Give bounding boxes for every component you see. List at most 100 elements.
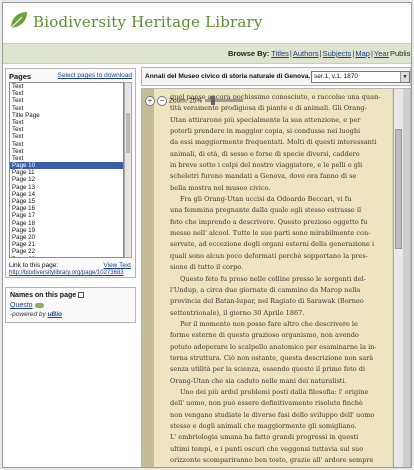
browse-titles-link[interactable]: Titles <box>271 49 289 58</box>
name-finder-icon[interactable] <box>34 302 44 308</box>
page-text-line: Fra gli Orang-Utan uccisi da Odoardo Bec… <box>180 195 352 204</box>
page-text-line: L' embriologia umana ha fatto grandi pro… <box>170 433 359 442</box>
page-list-item[interactable]: Text <box>10 97 123 104</box>
book-title: Annali del Museo civico di storia natura… <box>145 73 311 80</box>
page-list-item[interactable]: Page 13 <box>10 184 123 191</box>
page-text-line: ultimi tempi, e i punti oscuri che veggo… <box>170 444 364 453</box>
site-logo-text[interactable]: Biodiversity Heritage Library <box>33 13 263 31</box>
page-scan-image: quel paese ancora pochissimo conosciuto,… <box>142 89 392 467</box>
zoom-in-icon[interactable]: + <box>145 95 155 106</box>
publish-link[interactable]: Publis <box>390 49 410 58</box>
pages-panel: Pages Select pages to download Text Text T… <box>5 68 136 278</box>
browse-map-link[interactable]: Map <box>355 49 370 58</box>
page-text-line: provincia del Batan-lupar, nel Ragiato d… <box>170 297 364 306</box>
ubio-link[interactable]: uBio <box>48 311 62 318</box>
page-list-item[interactable]: Text <box>10 133 123 140</box>
page-list-item[interactable]: Page 11 <box>10 169 123 176</box>
link-to-page-label: Link to this page: <box>9 262 59 269</box>
page-text-line: Utan attirarono più specialmente la sua … <box>170 115 361 124</box>
page-text-line: terna struttura. Ciò non ostante, questa… <box>170 353 374 362</box>
page-text-line: stesso e degli animali che maggiormente … <box>170 421 357 430</box>
page-text-line: Questo feto fu preso nelle colline press… <box>180 274 366 283</box>
page-list-scroll-thumb[interactable] <box>126 113 130 153</box>
page-text-line: scheletri furono mandati a Genova, dove … <box>170 172 357 181</box>
page-list-item[interactable]: Page 15 <box>10 198 123 205</box>
zoom-slider-handle[interactable] <box>211 96 216 106</box>
page-text-line: feto che imprendo a descrivere. Questo p… <box>170 217 368 226</box>
zoom-out-icon[interactable]: − <box>157 95 167 106</box>
names-title: Names on this page <box>10 292 85 299</box>
page-text-line: dell' uomo, non può essere definitivamen… <box>170 399 363 408</box>
viewer-scrollbar[interactable] <box>393 89 403 467</box>
select-pages-download-link[interactable]: Select pages to download <box>58 72 132 79</box>
browse-bar: Browse By: Titles|Authors|Subjects|Map|Y… <box>3 43 411 64</box>
page-text-line: tità veramente prodigiosa di piante e di… <box>170 104 367 113</box>
left-panel: Pages Select pages to download Text Text T… <box>3 65 138 467</box>
page-text-line: orizzonte scompariranno ben tosto, grazi… <box>170 456 374 464</box>
zoom-controls: + − Zoom: 25% <box>145 92 244 106</box>
browse-label: Browse By: <box>228 49 270 58</box>
page-list-item[interactable]: Text <box>10 141 123 148</box>
leaf-logo-icon[interactable] <box>8 9 30 31</box>
page-list-item[interactable]: Page 14 <box>10 191 123 198</box>
view-text-link[interactable]: View Text <box>103 262 131 269</box>
page-list-item[interactable]: Page 18 <box>10 220 123 227</box>
powered-by: -powered by uBio <box>10 311 62 318</box>
page-text-line: servate, ad eccezione degli organi ester… <box>170 240 375 249</box>
volume-select-value: ser.1, v.1, 1870 <box>314 73 358 80</box>
page-list-item[interactable]: Text <box>10 126 123 133</box>
viewer-scroll-thumb[interactable] <box>395 129 402 249</box>
page-list-item[interactable]: Title Page <box>10 112 123 119</box>
page-list-item[interactable]: Text <box>10 105 123 112</box>
page-text-line: da essi maggiormente frequentati. Molti … <box>170 138 377 147</box>
page-text-line: Per il momento non posso fare altro che … <box>180 319 358 328</box>
browse-authors-link[interactable]: Authors <box>293 49 319 58</box>
name-link-questo[interactable]: Questo <box>10 302 33 309</box>
chevron-down-icon[interactable]: ▼ <box>400 72 409 82</box>
page-text-line: Orang-Utan che sia caduto nelle mani dei… <box>170 376 347 385</box>
page-list-item[interactable]: Page 22 <box>10 248 123 255</box>
page-list-item[interactable]: Text <box>10 83 123 90</box>
browse-year-link[interactable]: Year <box>374 49 389 58</box>
zoom-label: Zoom: 25% <box>169 97 203 105</box>
page-text-line: in breve sotto i colpi del nostro viaggi… <box>170 161 363 170</box>
page-list-item[interactable]: Page 20 <box>10 234 123 241</box>
page-text-line: non vengano studiate le diverse fasi del… <box>170 410 375 419</box>
site-header: Biodiversity Heritage Library <box>3 3 411 43</box>
page-list-scrollbar[interactable] <box>124 82 132 258</box>
page-text-line: bella mostra nel museo civico. <box>170 183 271 192</box>
page-list-item[interactable]: Text <box>10 155 123 162</box>
page-text-line: settentrionale), il giorno 30 Aprile 186… <box>170 308 305 317</box>
page-text-line: forme esterne di questo grazioso organis… <box>170 331 359 340</box>
page-scan-text: quel paese ancora pochissimo conosciuto,… <box>170 92 388 467</box>
browse-links: Browse By: Titles|Authors|Subjects|Map|Y… <box>228 49 390 58</box>
page-list-item[interactable]: Text <box>10 119 123 126</box>
names-entry: Questo <box>10 302 44 309</box>
page-list-item[interactable]: Page 16 <box>10 205 123 212</box>
page-text-line: animali, di età, di sesso e forse di spe… <box>170 149 360 158</box>
page-text-line: messo nell' alcool. Tutte le sue parti s… <box>170 229 371 238</box>
volume-select[interactable]: ser.1, v.1, 1870 ▼ <box>311 71 410 83</box>
zoom-slider[interactable] <box>205 96 244 106</box>
browse-subjects-link[interactable]: Subjects <box>323 49 352 58</box>
page-list-item[interactable]: Page 10 <box>10 162 123 170</box>
page-viewer[interactable]: quel paese ancora pochissimo conosciuto,… <box>141 88 411 467</box>
page-list-item[interactable]: Page 23 <box>10 256 123 258</box>
page-edge-shadow <box>142 89 154 467</box>
page-list-item[interactable]: Page 17 <box>10 212 123 219</box>
page-text-line: potuto adoperare lo scalpello anatomico … <box>170 342 377 351</box>
page-list-item[interactable]: Text <box>10 90 123 97</box>
names-checkbox[interactable] <box>78 292 85 299</box>
page-url-link[interactable]: http://biodiversitylibrary.org/page/1027… <box>9 270 124 276</box>
page-text-line: poterli prendere in maggior copia, si co… <box>170 127 361 136</box>
pages-title: Pages <box>9 72 32 81</box>
page-text-line: una femmina pregnante dalla quale egli s… <box>170 206 362 215</box>
page-list-item[interactable]: Page 21 <box>10 241 123 248</box>
page-text-line: crescente per gli studi embriologici e a… <box>170 466 388 467</box>
page-list-item[interactable]: Page 19 <box>10 227 123 234</box>
names-title-text: Names on this page <box>10 292 77 299</box>
page-list-item[interactable]: Page 12 <box>10 176 123 183</box>
page-list[interactable]: Text Text Text Text Title Page Text Text Text Te… <box>9 82 124 258</box>
page-list-item[interactable]: Text <box>10 148 123 155</box>
page-text-line: Uno dei più arduï problemi posti dalla f… <box>180 387 369 396</box>
